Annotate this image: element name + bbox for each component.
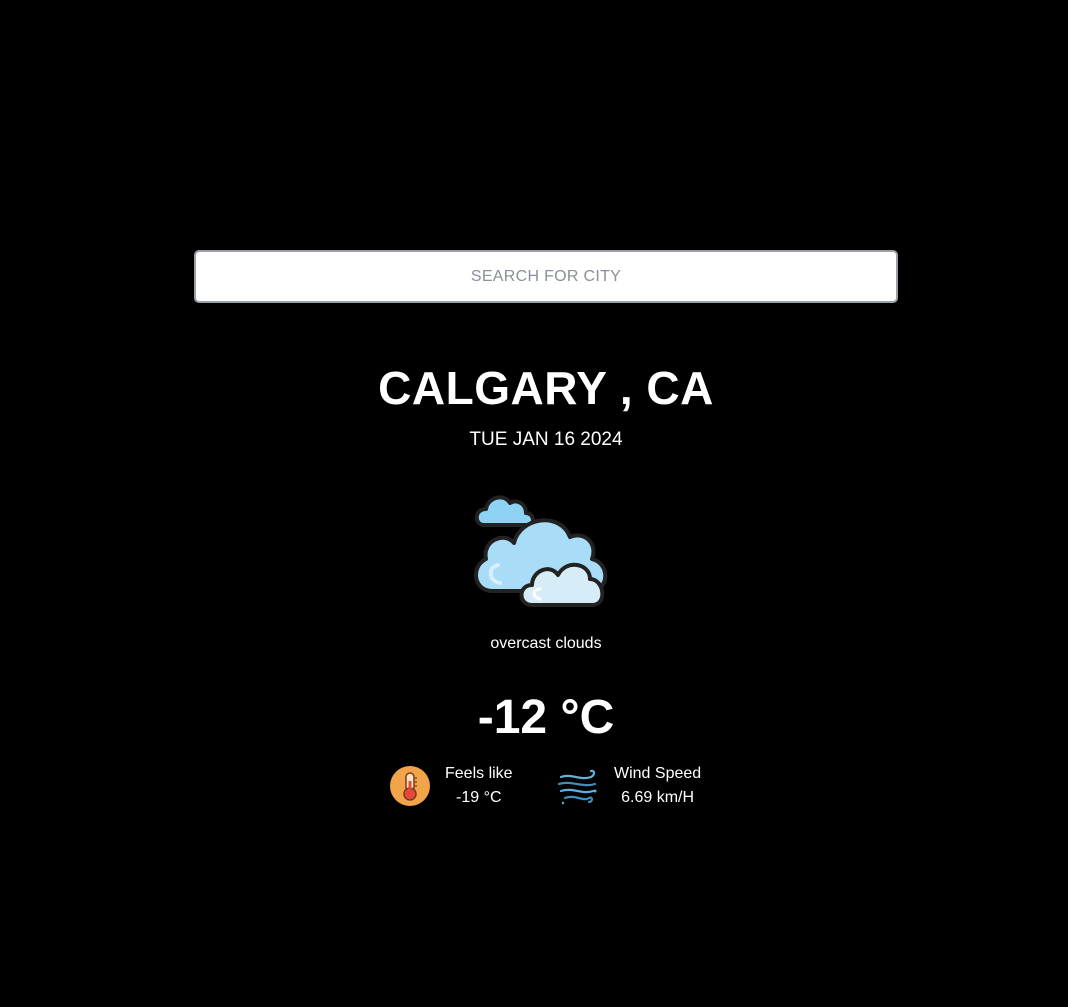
wind-speed-label: Wind Speed: [614, 765, 702, 782]
wind-icon: [557, 769, 597, 805]
thermometer-icon: [390, 766, 430, 806]
feels-like-stat: Feels like -19 °C: [389, 762, 513, 810]
wind-speed-stat: Wind Speed 6.69 km/H: [557, 762, 701, 810]
wind-speed-value: 6.69 km/H: [621, 789, 695, 806]
weather-app: CALGARY , CA TUE JAN 16 2024 overcast cl…: [0, 0, 1068, 1007]
temperature: -12 °C: [477, 691, 615, 744]
feels-like-label: Feels like: [445, 765, 513, 782]
weather-description: overcast clouds: [490, 635, 602, 652]
overcast-clouds-icon: [474, 495, 608, 607]
feels-like-value: -19 °C: [456, 789, 502, 806]
city-name: CALGARY , CA: [378, 362, 714, 414]
current-date: TUE JAN 16 2024: [469, 429, 623, 450]
search-input[interactable]: [196, 251, 896, 302]
search-box[interactable]: [194, 250, 898, 303]
